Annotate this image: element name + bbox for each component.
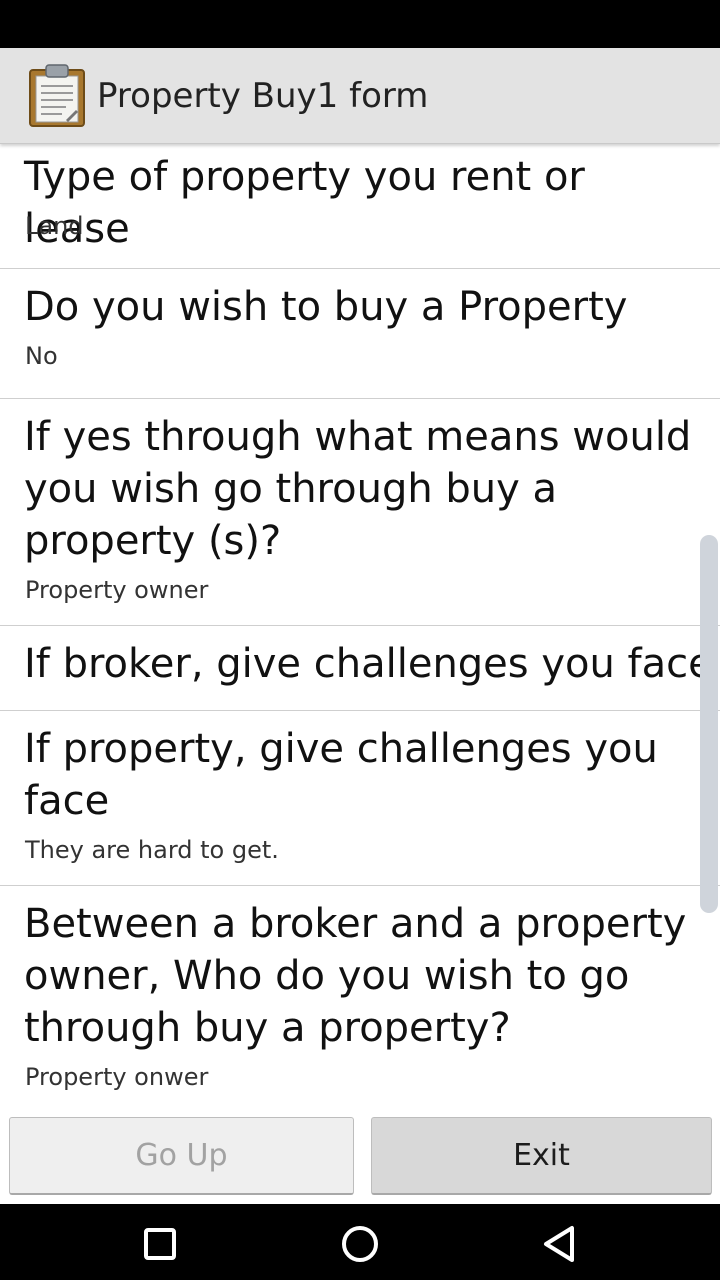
answer-value: No <box>25 342 58 370</box>
form-item-broker-challenges[interactable]: If broker, give challenges you face <box>0 626 720 711</box>
clipboard-icon <box>29 64 85 127</box>
form-item-property-challenges[interactable]: If property, give challenges you face Th… <box>0 711 720 886</box>
question-label: Do you wish to buy a Property <box>24 284 628 330</box>
scrollbar[interactable] <box>700 535 718 913</box>
app-bar: Property Buy1 form <box>0 48 720 144</box>
go-up-button[interactable]: Go Up <box>9 1117 354 1195</box>
form-item-property-type[interactable]: Type of property you rent or lease Land <box>0 145 720 269</box>
bottom-button-bar: Go Up Exit <box>0 1103 720 1204</box>
question-label: If broker, give challenges you face <box>24 641 713 687</box>
recent-apps-icon[interactable] <box>134 1218 186 1270</box>
form-item-buy-means[interactable]: If yes through what means would you wish… <box>0 399 720 626</box>
question-label: If property, give challenges you face <box>24 726 658 824</box>
form-item-buy-property[interactable]: Do you wish to buy a Property No <box>0 269 720 399</box>
form-list[interactable]: Type of property you rent or lease Land … <box>0 145 720 1103</box>
answer-value: Property onwer <box>25 1063 209 1091</box>
back-icon[interactable] <box>534 1218 586 1270</box>
page-title: Property Buy1 form <box>97 76 429 116</box>
status-bar <box>0 0 720 48</box>
question-label: Type of property you rent or lease <box>24 154 585 252</box>
exit-button[interactable]: Exit <box>371 1117 712 1195</box>
question-label: Between a broker and a property owner, W… <box>24 901 687 1051</box>
form-item-broker-or-owner[interactable]: Between a broker and a property owner, W… <box>0 886 720 1103</box>
answer-value: Property owner <box>25 576 209 604</box>
home-icon[interactable] <box>334 1218 386 1270</box>
answer-value: They are hard to get. <box>25 836 279 864</box>
answer-value: Land <box>25 212 84 240</box>
question-label: If yes through what means would you wish… <box>24 414 692 564</box>
system-nav-bar <box>0 1204 720 1280</box>
